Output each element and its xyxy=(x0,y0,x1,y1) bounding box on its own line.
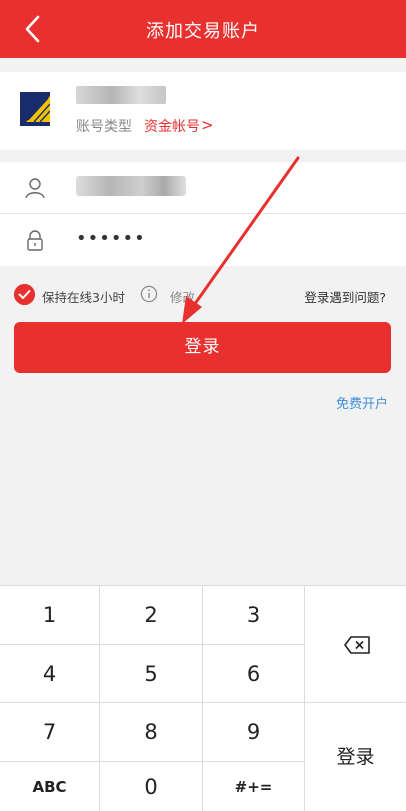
account-input-blurred[interactable] xyxy=(76,176,186,196)
numeric-keypad: 1 2 3 4 5 6 7 8 9 ABC 0 #+= 登录 xyxy=(0,585,406,811)
password-input[interactable]: •••••• xyxy=(76,230,146,248)
login-button[interactable]: 登录 xyxy=(14,322,391,373)
account-row[interactable] xyxy=(0,162,406,214)
chevron-right-icon[interactable]: > xyxy=(201,116,214,134)
top-bar: 添加交易账户 xyxy=(0,0,406,58)
key-symbols[interactable]: #+= xyxy=(203,762,305,811)
key-6[interactable]: 6 xyxy=(203,645,305,703)
open-account-link[interactable]: 免费开户 xyxy=(336,393,388,412)
broker-card[interactable]: 账号类型 资金帐号 > xyxy=(0,72,406,150)
key-2[interactable]: 2 xyxy=(100,586,203,645)
key-4[interactable]: 4 xyxy=(0,645,100,703)
user-icon xyxy=(25,178,45,199)
checkbox-checked-icon[interactable] xyxy=(14,284,35,305)
key-3[interactable]: 3 xyxy=(203,586,305,645)
keep-online-label[interactable]: 保持在线3小时 xyxy=(42,287,125,306)
login-problem-link[interactable]: 登录遇到问题? xyxy=(304,287,386,306)
key-1[interactable]: 1 xyxy=(0,586,100,645)
account-type-value[interactable]: 资金帐号 xyxy=(144,116,200,136)
key-abc[interactable]: ABC xyxy=(0,762,100,811)
login-form: •••••• xyxy=(0,162,406,266)
account-type-label: 账号类型 xyxy=(76,119,132,135)
page-title: 添加交易账户 xyxy=(146,21,260,42)
key-7[interactable]: 7 xyxy=(0,703,100,762)
broker-logo xyxy=(20,92,50,126)
backspace-icon xyxy=(344,636,370,654)
keypad-login-key[interactable]: 登录 xyxy=(305,703,406,811)
modify-link[interactable]: 修改 xyxy=(170,287,195,306)
backspace-key[interactable] xyxy=(305,586,406,703)
key-8[interactable]: 8 xyxy=(100,703,203,762)
login-options: 保持在线3小时 修改 登录遇到问题? xyxy=(0,280,406,310)
password-row[interactable]: •••••• xyxy=(0,214,406,266)
key-9[interactable]: 9 xyxy=(203,703,305,762)
info-icon[interactable] xyxy=(140,285,158,303)
key-5[interactable]: 5 xyxy=(100,645,203,703)
key-0[interactable]: 0 xyxy=(100,762,203,811)
lock-icon xyxy=(27,230,43,251)
broker-name-blurred xyxy=(76,86,166,104)
